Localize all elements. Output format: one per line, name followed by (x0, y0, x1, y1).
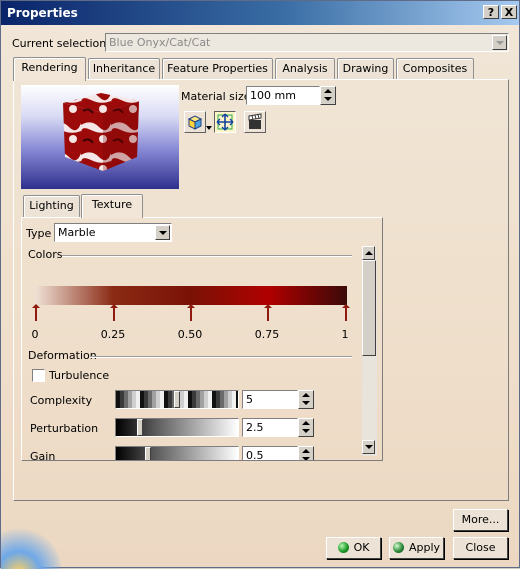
perturbation-input[interactable]: 2.5 (242, 418, 298, 437)
complexity-slider[interactable] (115, 390, 239, 409)
scroll-up-button[interactable] (362, 246, 375, 260)
decorative-corner-logo (1, 529, 61, 569)
tab-inheritance[interactable]: Inheritance (88, 58, 160, 80)
texture-panel: Type Marble Colors 0 0.25 0.50 0.75 1 De… (21, 217, 383, 461)
material-size-spinner[interactable] (320, 86, 336, 105)
gradient-stop-050[interactable] (187, 304, 195, 321)
material-size-input[interactable]: 100 mm (246, 86, 320, 105)
gradient-stop-025[interactable] (110, 304, 118, 321)
ok-label: OK (353, 541, 370, 554)
gain-spinner[interactable] (298, 446, 314, 460)
tab-feature-properties[interactable]: Feature Properties (162, 58, 273, 80)
perturbation-label: Perturbation (30, 422, 99, 435)
tick-label-075: 0.75 (254, 328, 280, 341)
more-button[interactable]: More... (453, 509, 508, 531)
color-gradient-bar[interactable] (35, 286, 347, 305)
apply-button[interactable]: Apply (389, 537, 444, 559)
tick-label-025: 0.25 (100, 328, 126, 341)
adjust-arrows-icon (216, 113, 234, 131)
complexity-slider-thumb[interactable] (174, 391, 180, 408)
colors-section-label: Colors (28, 248, 63, 261)
type-select[interactable]: Marble (54, 223, 172, 242)
gain-label: Gain (30, 450, 56, 461)
tab-analysis[interactable]: Analysis (275, 58, 335, 80)
clapper-icon (248, 113, 262, 129)
scroll-down-button[interactable] (362, 440, 375, 454)
tick-label-0: 0 (31, 328, 39, 341)
help-button[interactable]: ? (483, 5, 499, 19)
vertical-scrollbar[interactable] (362, 246, 377, 456)
close-window-button[interactable]: X (501, 5, 517, 19)
complexity-spinner[interactable] (298, 390, 314, 409)
type-value: Marble (58, 226, 96, 239)
tab-rendering[interactable]: Rendering (13, 57, 86, 81)
chevron-down-icon[interactable] (155, 225, 170, 240)
gain-slider-thumb[interactable] (145, 447, 151, 460)
turbulence-checkbox[interactable] (32, 369, 45, 382)
deformation-divider (90, 356, 352, 358)
deformation-section-label: Deformation (28, 349, 97, 362)
perturbation-spinner[interactable] (298, 418, 314, 437)
gradient-ticks: 0 0.25 0.50 0.75 1 (32, 304, 365, 348)
apply-label: Apply (408, 541, 441, 554)
title-bar: Properties ? X (1, 1, 519, 25)
chevron-down-icon[interactable] (492, 35, 507, 50)
apply-ball-icon (392, 542, 404, 553)
complexity-input[interactable]: 5 (242, 390, 298, 409)
gradient-stop-1[interactable] (342, 304, 350, 321)
complexity-label: Complexity (30, 394, 93, 407)
current-selection-value: Blue Onyx/Cat/Cat (109, 36, 211, 49)
perturbation-slider[interactable] (115, 418, 239, 437)
green-ball-icon (337, 542, 349, 553)
dropdown-arrow-icon[interactable] (206, 126, 212, 130)
material-size-label: Material size: (181, 90, 255, 103)
type-label: Type (26, 227, 52, 240)
tick-label-1: 1 (341, 328, 349, 341)
tab-composites[interactable]: Composites (396, 58, 474, 80)
tab-texture[interactable]: Texture (81, 194, 143, 218)
window-title: Properties (7, 6, 78, 20)
gain-slider[interactable] (115, 446, 239, 460)
arrow-up-icon (365, 251, 373, 255)
clapper-button[interactable] (244, 111, 266, 133)
tab-lighting[interactable]: Lighting (23, 195, 80, 217)
cube-preview-image (63, 93, 139, 171)
arrow-down-icon (365, 445, 373, 449)
tab-drawing[interactable]: Drawing (337, 58, 394, 80)
gradient-stop-075[interactable] (264, 304, 272, 321)
colors-divider (62, 255, 352, 257)
properties-dialog: Properties ? X Current selection : Blue … (0, 0, 520, 569)
gain-input[interactable]: 0.5 (242, 446, 298, 460)
current-selection-label: Current selection : (12, 37, 114, 50)
mapping-box-button[interactable] (184, 111, 206, 133)
adjust-arrows-button[interactable] (214, 111, 236, 133)
tick-label-050: 0.50 (177, 328, 203, 341)
turbulence-label: Turbulence (49, 369, 110, 382)
current-selection-combo[interactable]: Blue Onyx/Cat/Cat (105, 33, 509, 52)
close-button[interactable]: Close (453, 537, 508, 559)
gradient-stop-0[interactable] (32, 304, 40, 321)
ok-button[interactable]: OK (326, 537, 381, 559)
scroll-thumb[interactable] (362, 260, 376, 356)
mapping-box-icon (187, 115, 203, 130)
material-preview (21, 85, 179, 189)
perturbation-slider-thumb[interactable] (137, 419, 143, 436)
